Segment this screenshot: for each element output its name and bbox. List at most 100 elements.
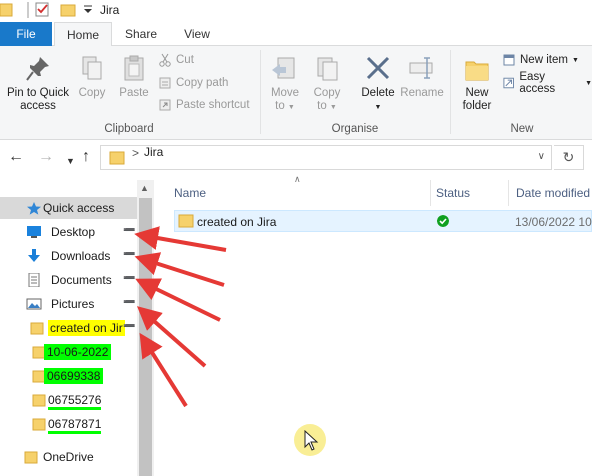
- move-to-label-1: Move: [270, 87, 300, 99]
- new-folder-label-1: New: [465, 87, 489, 99]
- breadcrumb-separator: >: [132, 146, 140, 160]
- folder-icon: [24, 451, 38, 464]
- highlighted-text: 06699338: [44, 368, 104, 384]
- tab-view[interactable]: View: [170, 22, 224, 46]
- mouse-pointer-icon: [304, 430, 319, 451]
- move-to-button[interactable]: Move to ▼: [266, 54, 304, 114]
- new-item-button[interactable]: New item ▼: [502, 50, 579, 70]
- easy-access-button[interactable]: Easy access ▼: [502, 71, 592, 95]
- refresh-button[interactable]: ↻: [554, 145, 584, 170]
- highlighted-text: 10-06-2022: [44, 344, 112, 360]
- move-to-label-2: to: [275, 100, 285, 112]
- folder-icon: [30, 322, 44, 335]
- properties-check-icon[interactable]: [26, 2, 52, 18]
- pin-label-2: access: [20, 100, 56, 112]
- paste-shortcut-button[interactable]: Paste shortcut: [158, 95, 250, 115]
- navigation-bar: ← → ▼ ↑ ∨ > Jira ↻: [0, 140, 592, 176]
- paste-button[interactable]: Paste: [116, 54, 152, 100]
- nav-label: Desktop: [51, 225, 96, 239]
- column-header-status[interactable]: Status: [436, 180, 470, 206]
- new-group-label: New: [510, 123, 534, 135]
- recent-locations-chevron-icon[interactable]: ▼: [66, 153, 75, 169]
- delete-button[interactable]: Delete ▼: [356, 54, 400, 114]
- new-item-label: New item: [520, 54, 568, 66]
- pin-icon[interactable]: ➖: [123, 225, 135, 236]
- rename-button[interactable]: Rename: [400, 54, 444, 100]
- nav-item-downloads[interactable]: Downloads ➖: [0, 245, 137, 267]
- pin-icon[interactable]: ➖: [123, 273, 135, 284]
- copy-path-button[interactable]: Copy path: [158, 73, 228, 93]
- nav-label: 06787871: [48, 417, 102, 434]
- nav-label: OneDrive: [43, 450, 94, 464]
- address-dropdown-chevron-icon[interactable]: ∨: [538, 151, 545, 162]
- file-name: created on Jira: [197, 215, 277, 229]
- table-row[interactable]: created on Jira 13/06/2022 10:: [174, 210, 592, 232]
- cut-label: Cut: [176, 54, 194, 66]
- new-folder-icon: [465, 61, 489, 81]
- nav-item-10-06-2022[interactable]: 10-06-2022: [0, 341, 137, 363]
- copy-to-label-2: to: [317, 100, 327, 112]
- nav-item-06699338[interactable]: 06699338: [0, 365, 137, 387]
- column-header-date-modified[interactable]: Date modified: [516, 180, 590, 206]
- new-folder-quick-icon[interactable]: [60, 2, 76, 18]
- organise-group-label: Organise: [331, 123, 379, 135]
- download-arrow-icon: [28, 249, 40, 262]
- customize-toolbar-chevron-icon[interactable]: [82, 2, 94, 18]
- pin-icon[interactable]: ➖: [123, 297, 135, 308]
- sync-status-check-icon: [437, 215, 449, 227]
- delete-x-icon: [366, 56, 390, 80]
- pin-to-quick-access-button[interactable]: Pin to Quick access: [4, 54, 72, 113]
- copy-to-label-1: Copy: [313, 87, 341, 99]
- folder-icon: [178, 214, 194, 228]
- quick-access-folder-icon[interactable]: [0, 2, 14, 18]
- nav-item-quick-access[interactable]: Quick access: [0, 197, 137, 219]
- pictures-icon: [26, 298, 42, 310]
- nav-item-desktop[interactable]: Desktop ➖: [0, 221, 137, 243]
- tab-file[interactable]: File: [0, 22, 52, 46]
- tab-share[interactable]: Share: [114, 22, 168, 46]
- copy-to-button[interactable]: Copy to ▼: [308, 54, 346, 114]
- column-header-name[interactable]: Name: [174, 180, 206, 206]
- navigation-pane: Quick access Desktop ➖ Downloads ➖ Docum…: [0, 180, 137, 476]
- nav-label: Pictures: [51, 297, 95, 311]
- paste-shortcut-icon: [159, 99, 171, 111]
- nav-item-documents[interactable]: Documents ➖: [0, 269, 137, 291]
- scrollbar-thumb[interactable]: [139, 198, 152, 476]
- pin-icon[interactable]: ➖: [123, 321, 135, 332]
- copy-path-label: Copy path: [176, 77, 229, 89]
- scissors-icon: [159, 53, 171, 67]
- easy-access-icon: [503, 77, 514, 89]
- nav-item-onedrive[interactable]: OneDrive: [0, 446, 137, 468]
- up-arrow-icon[interactable]: ↑: [82, 149, 90, 165]
- pin-icon: [26, 57, 49, 81]
- breadcrumb-current[interactable]: Jira: [144, 145, 163, 159]
- nav-item-06787871[interactable]: 06787871: [0, 413, 137, 435]
- paste-icon: [124, 55, 144, 81]
- title-bar: Jira: [0, 0, 592, 22]
- tab-home[interactable]: Home: [54, 22, 112, 47]
- copy-button[interactable]: Copy: [74, 54, 110, 100]
- nav-label: Documents: [51, 273, 112, 287]
- move-to-icon: [272, 57, 295, 79]
- new-folder-button[interactable]: New folder: [455, 54, 499, 113]
- desktop-icon: [27, 226, 41, 238]
- cut-button[interactable]: Cut: [158, 50, 194, 70]
- forward-arrow-icon[interactable]: →: [38, 149, 54, 165]
- nav-item-pictures[interactable]: Pictures ➖: [0, 293, 137, 315]
- nav-item-06755276[interactable]: 06755276: [0, 389, 137, 411]
- nav-label: 06699338: [44, 368, 104, 384]
- pin-label-1: Pin to Quick: [7, 87, 69, 99]
- column-divider[interactable]: [508, 180, 509, 206]
- pin-icon[interactable]: ➖: [123, 249, 135, 260]
- back-arrow-icon[interactable]: ←: [8, 149, 24, 165]
- sort-ascending-icon: ∧: [294, 174, 301, 184]
- column-divider[interactable]: [430, 180, 431, 206]
- nav-item-created-on-jira[interactable]: created on Jir ➖: [0, 317, 137, 339]
- ribbon-separator: [450, 50, 451, 134]
- nav-pane-scrollbar[interactable]: ▲: [137, 180, 154, 476]
- nav-label: 10-06-2022: [44, 344, 112, 360]
- nav-label: Downloads: [51, 249, 111, 263]
- nav-label: created on Jir: [48, 320, 125, 336]
- address-bar[interactable]: ∨: [100, 145, 552, 170]
- scroll-up-icon[interactable]: ▲: [140, 183, 149, 193]
